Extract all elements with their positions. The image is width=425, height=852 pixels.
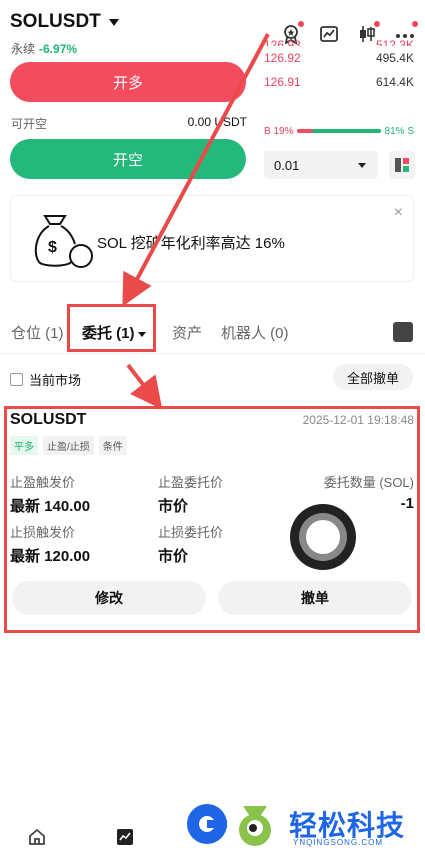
home-icon[interactable] bbox=[28, 828, 46, 846]
annotation-arrow bbox=[122, 33, 270, 307]
watermark-subtext: YNQINGSONG.COM bbox=[293, 838, 384, 847]
watermark-logo-icon bbox=[187, 804, 271, 846]
trade-icon[interactable] bbox=[116, 828, 134, 846]
annotation-arrow bbox=[126, 363, 163, 410]
watermark: 轻松科技 YNQINGSONG.COM bbox=[185, 798, 425, 852]
annotation-arrows bbox=[122, 33, 270, 410]
